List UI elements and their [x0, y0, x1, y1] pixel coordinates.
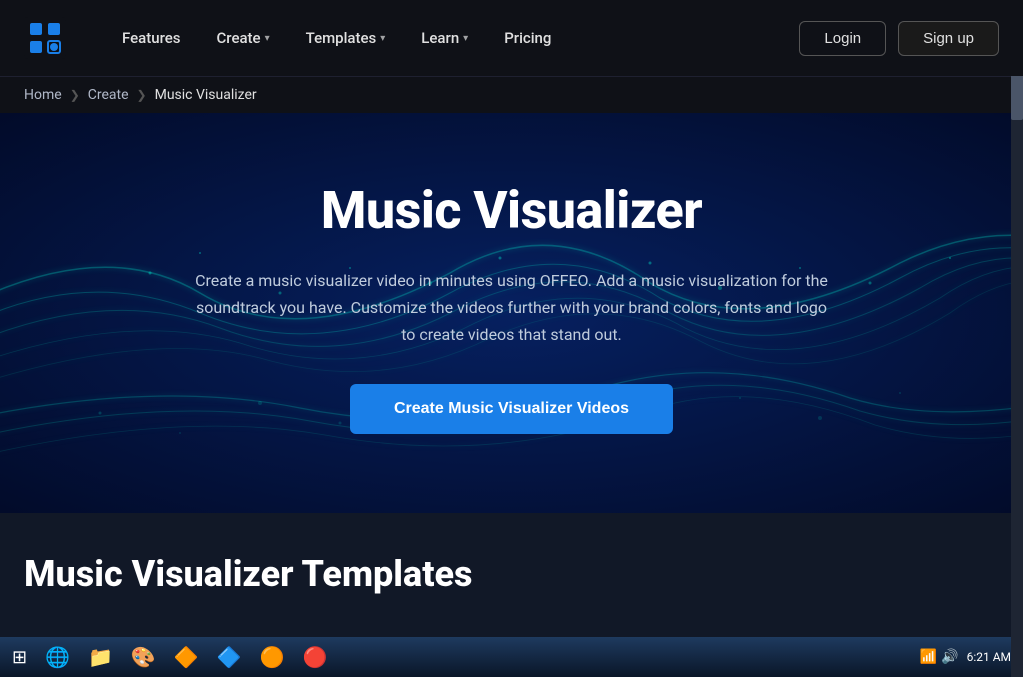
- hero-title: Music Visualizer: [192, 182, 832, 239]
- nav-links: Features Create ▾ Templates ▾ Learn ▾ Pr…: [106, 21, 799, 55]
- taskbar-right: 📶 🔊 6:21 AM: [920, 649, 1019, 665]
- chevron-down-icon: ▾: [463, 33, 468, 44]
- scrollbar-track[interactable]: [1011, 0, 1023, 677]
- section-title: Music Visualizer Templates: [24, 553, 999, 595]
- app7-icon: 🔴: [303, 645, 328, 669]
- app4-icon: 🔶: [174, 645, 199, 669]
- taskbar: ⊞ 🌐 📁 🎨 🔶 🔷 🟠 🔴 📶 🔊 6:21 AM: [0, 637, 1023, 677]
- chevron-down-icon: ▾: [380, 33, 385, 44]
- folder-icon: 📁: [88, 645, 113, 669]
- nav-actions: Login Sign up: [799, 21, 999, 56]
- login-button[interactable]: Login: [799, 21, 886, 56]
- breadcrumb-separator-1: ❯: [70, 88, 80, 102]
- volume-icon: 🔊: [941, 649, 958, 665]
- breadcrumb-create[interactable]: Create: [88, 87, 129, 103]
- cta-button[interactable]: Create Music Visualizer Videos: [350, 384, 673, 434]
- nav-features[interactable]: Features: [106, 21, 196, 55]
- taskbar-app5-button[interactable]: 🔷: [209, 640, 250, 674]
- nav-learn[interactable]: Learn ▾: [405, 21, 484, 55]
- taskbar-chrome-button[interactable]: 🟠: [252, 640, 293, 674]
- breadcrumb: Home ❯ Create ❯ Music Visualizer: [0, 76, 1023, 113]
- breadcrumb-home[interactable]: Home: [24, 87, 62, 103]
- logo[interactable]: [24, 17, 66, 59]
- signup-button[interactable]: Sign up: [898, 21, 999, 56]
- taskbar-app4-button[interactable]: 🔶: [166, 640, 207, 674]
- taskbar-app3-button[interactable]: 🎨: [123, 640, 164, 674]
- taskbar-app7-button[interactable]: 🔴: [295, 640, 336, 674]
- taskbar-start-button[interactable]: ⊞: [4, 640, 35, 674]
- network-icon: 📶: [920, 649, 937, 665]
- below-hero-section: Music Visualizer Templates: [0, 513, 1023, 653]
- taskbar-clock: 6:21 AM: [967, 650, 1011, 664]
- chevron-down-icon: ▾: [265, 33, 270, 44]
- nav-pricing[interactable]: Pricing: [488, 21, 567, 55]
- taskbar-ie-button[interactable]: 🌐: [37, 640, 78, 674]
- breadcrumb-separator-2: ❯: [137, 88, 147, 102]
- ie-icon: 🌐: [45, 645, 70, 669]
- chrome-icon: 🟠: [260, 645, 285, 669]
- hero-content: Music Visualizer Create a music visualiz…: [192, 182, 832, 435]
- taskbar-explorer-button[interactable]: 📁: [80, 640, 121, 674]
- hero-description: Create a music visualizer video in minut…: [192, 267, 832, 349]
- app3-icon: 🎨: [131, 645, 156, 669]
- nav-templates[interactable]: Templates ▾: [290, 21, 402, 55]
- breadcrumb-current: Music Visualizer: [155, 87, 257, 103]
- navbar: Features Create ▾ Templates ▾ Learn ▾ Pr…: [0, 0, 1023, 76]
- taskbar-system-icons: 📶 🔊: [920, 649, 959, 665]
- windows-icon: ⊞: [12, 647, 27, 668]
- hero-section: Music Visualizer Create a music visualiz…: [0, 113, 1023, 513]
- app5-icon: 🔷: [217, 645, 242, 669]
- nav-create[interactable]: Create ▾: [200, 21, 285, 55]
